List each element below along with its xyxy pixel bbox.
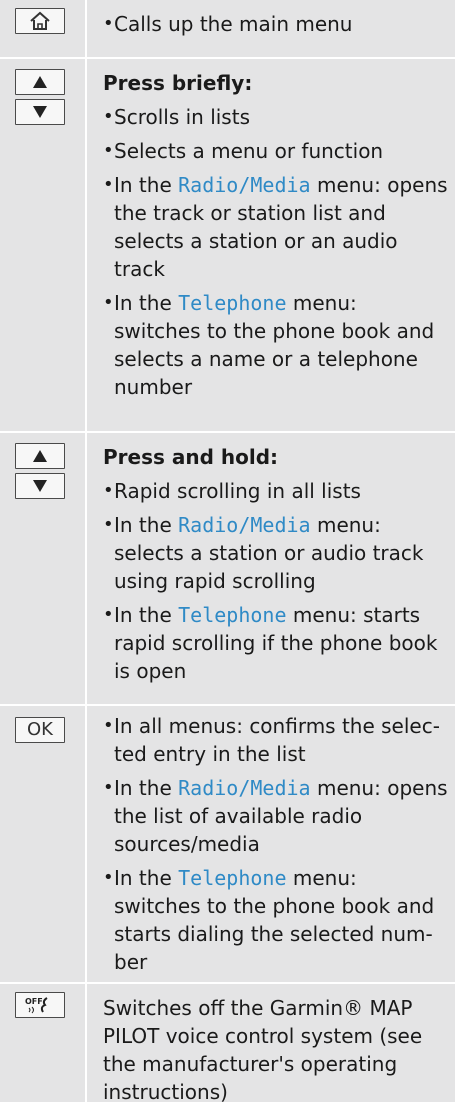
row-voice-control: OFF Switches off the Garmin® MAP PILOT v… (0, 984, 455, 1104)
list-item: Rapid scrolling in all lists (103, 477, 448, 505)
home-key[interactable] (15, 8, 65, 34)
list-item: In the Telephone menu: starts rapid scro… (103, 601, 448, 685)
ok-key[interactable]: OK (15, 717, 65, 743)
row-ok-text: In all menus: confirms the selec-ted ent… (103, 712, 448, 982)
list-item: In the Telephone menu: switches to the p… (103, 289, 448, 401)
menu-name-media: Media (250, 173, 311, 197)
menu-name-media: Media (250, 776, 311, 800)
section-heading: Press briefly: (103, 71, 253, 95)
ok-key-label: OK (27, 719, 53, 740)
menu-name-telephone: Telephone (178, 603, 287, 627)
voice-off-icon: OFF (25, 997, 48, 1014)
up-arrow-icon (33, 76, 47, 88)
list-item: In the Radio/Media menu: opens the track… (103, 171, 448, 283)
list-item: In all menus: confirms the selec-ted ent… (103, 712, 448, 768)
voice-control-description: Switches off the Garmin® MAP PILOT voice… (103, 996, 423, 1104)
list-item: In the Radio/Media menu: opens the list … (103, 774, 448, 858)
list-item: In the Telephone menu: switches to the p… (103, 864, 448, 976)
menu-name-radio: Radio (178, 173, 239, 197)
key-function-table: Calls up the main menu Press briefly: Sc… (0, 0, 455, 1104)
down-key[interactable] (15, 99, 65, 125)
up-arrow-icon (33, 450, 47, 462)
menu-name-telephone: Telephone (178, 866, 287, 890)
row-home-text: Calls up the main menu (103, 10, 448, 44)
row-press-briefly-text: Press briefly: Scrolls in lists Selects … (103, 63, 448, 407)
up-key[interactable] (15, 69, 65, 95)
list-item: Selects a menu or function (103, 137, 448, 165)
list-item: In the Radio/Media menu: selects a stati… (103, 511, 448, 595)
down-arrow-icon (33, 480, 47, 492)
menu-name-media: Media (250, 513, 311, 537)
list-item: Calls up the main menu (103, 10, 448, 38)
row-press-and-hold-text: Press and hold: Rapid scrolling in all l… (103, 437, 448, 691)
menu-name-radio: Radio (178, 513, 239, 537)
voice-off-key[interactable]: OFF (15, 992, 65, 1018)
menu-name-radio: Radio (178, 776, 239, 800)
up-key[interactable] (15, 443, 65, 469)
down-key[interactable] (15, 473, 65, 499)
section-heading: Press and hold: (103, 445, 279, 469)
home-icon (30, 11, 50, 30)
menu-name-telephone: Telephone (178, 291, 287, 315)
row-press-briefly: Press briefly: Scrolls in lists Selects … (0, 59, 455, 431)
row-ok: OK In all menus: confirms the selec-ted … (0, 706, 455, 982)
row-home: Calls up the main menu (0, 0, 455, 57)
down-arrow-icon (33, 106, 47, 118)
list-item: Scrolls in lists (103, 103, 448, 131)
row-press-and-hold: Press and hold: Rapid scrolling in all l… (0, 433, 455, 704)
voice-off-label: OFF (25, 997, 43, 1006)
